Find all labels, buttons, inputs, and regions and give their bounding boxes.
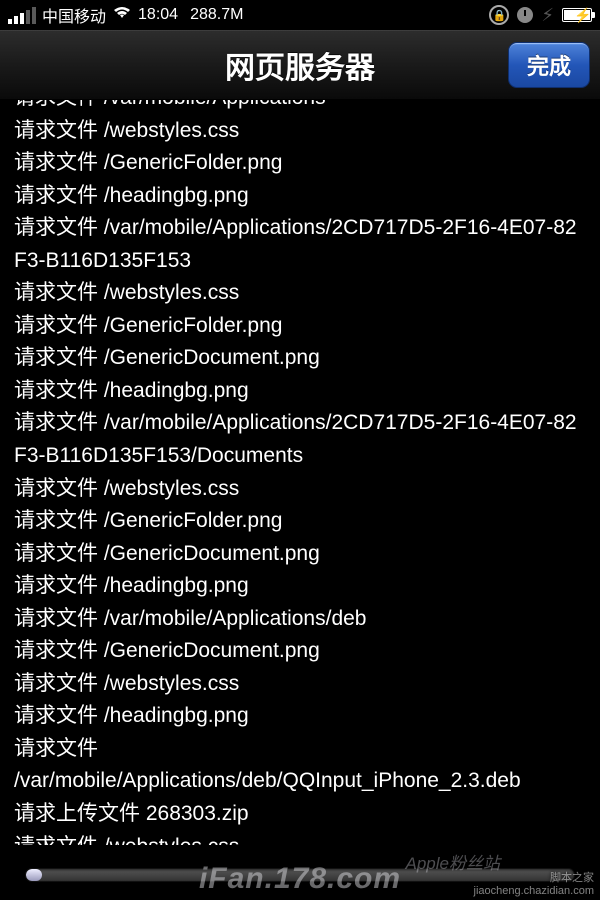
time-label: 18:04 xyxy=(138,6,178,24)
log-line: 请求文件 /headingbg.png xyxy=(14,700,586,733)
log-line: 请求文件 xyxy=(14,733,586,766)
log-line: 请求文件 /headingbg.png xyxy=(14,180,586,213)
progress-bar xyxy=(25,868,575,882)
status-bar: 中国移动 18:04 288.7M 🔒 ⚡︎ ⚡ xyxy=(0,0,600,30)
log-line: 请求文件 /GenericFolder.png xyxy=(14,147,586,180)
signal-icon xyxy=(8,7,36,24)
nav-bar: 网页服务器 完成 xyxy=(0,30,600,100)
log-line: 请求文件 /GenericDocument.png xyxy=(14,342,586,375)
log-output[interactable]: 请求文件 /var/mobile/Applications请求文件 /webst… xyxy=(0,100,600,845)
log-line: 请求文件 /webstyles.css xyxy=(14,115,586,148)
log-line: 请求文件 /webstyles.css xyxy=(14,473,586,506)
log-line: 请求文件 /webstyles.css xyxy=(14,831,586,845)
log-line: 请求文件 /var/mobile/Applications/deb xyxy=(14,603,586,636)
log-line: 请求文件 /var/mobile/Applications/2CD717D5-2… xyxy=(14,212,586,277)
log-line: 请求文件 /webstyles.css xyxy=(14,668,586,701)
alarm-icon xyxy=(517,7,533,23)
log-line: 请求文件 /headingbg.png xyxy=(14,375,586,408)
status-left: 中国移动 18:04 288.7M xyxy=(8,3,489,27)
status-right: 🔒 ⚡︎ ⚡ xyxy=(489,5,592,26)
log-line: /var/mobile/Applications/deb/QQInput_iPh… xyxy=(14,765,586,798)
done-button[interactable]: 完成 xyxy=(508,42,590,88)
carrier-label: 中国移动 xyxy=(42,3,106,27)
log-line: 请求上传文件 268303.zip xyxy=(14,798,586,831)
log-line: 请求文件 /webstyles.css xyxy=(14,277,586,310)
progress-fill xyxy=(26,869,42,881)
battery-icon: ⚡ xyxy=(562,8,592,22)
bluetooth-icon: ⚡︎ xyxy=(541,5,554,26)
log-line: 请求文件 /var/mobile/Applications/2CD717D5-2… xyxy=(14,407,586,472)
log-line: 请求文件 /GenericDocument.png xyxy=(14,635,586,668)
log-line: 请求文件 /GenericFolder.png xyxy=(14,505,586,538)
log-line: 请求文件 /var/mobile/Applications xyxy=(14,100,586,115)
wifi-icon xyxy=(112,5,132,25)
memory-label: 288.7M xyxy=(190,6,243,24)
page-title: 网页服务器 xyxy=(225,43,375,87)
rotation-lock-icon: 🔒 xyxy=(489,5,509,25)
log-line: 请求文件 /GenericFolder.png xyxy=(14,310,586,343)
log-line: 请求文件 /GenericDocument.png xyxy=(14,538,586,571)
log-line: 请求文件 /headingbg.png xyxy=(14,570,586,603)
